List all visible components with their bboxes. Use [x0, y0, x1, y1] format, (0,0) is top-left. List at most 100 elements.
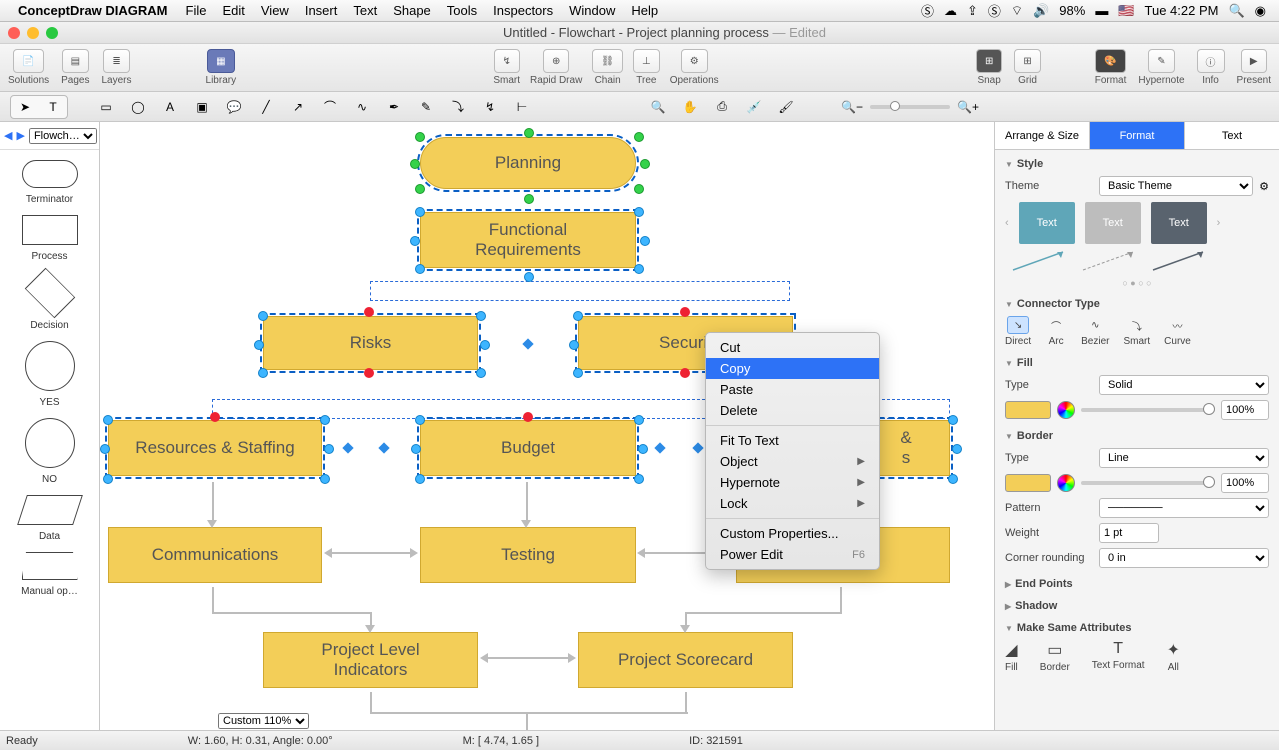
tb-chain[interactable]: ⛓Chain	[592, 49, 623, 86]
nav-back[interactable]: ◀	[4, 129, 12, 142]
theme-card[interactable]: Text	[1085, 202, 1141, 244]
theme-prev[interactable]: ‹	[1005, 217, 1009, 229]
cloud-icon[interactable]: ☁	[944, 3, 957, 19]
menu-tools[interactable]: Tools	[447, 3, 477, 18]
connector-tool[interactable]: ⤵	[444, 96, 472, 118]
border-pattern[interactable]: ───────	[1099, 498, 1269, 518]
tb-hypernote[interactable]: ✎Hypernote	[1138, 49, 1184, 86]
tab-format[interactable]: Format	[1090, 122, 1185, 149]
ctx-lock[interactable]: Lock▶	[706, 493, 879, 514]
handle[interactable]	[524, 272, 534, 282]
tb-snap[interactable]: ⊞Snap	[976, 49, 1002, 86]
section-shadow[interactable]: Shadow	[1005, 600, 1269, 612]
node-planning[interactable]: Planning	[420, 137, 636, 189]
textbox-tool[interactable]: A	[156, 96, 184, 118]
fill-opacity-input[interactable]	[1221, 400, 1269, 420]
stencil-process[interactable]: Process	[0, 215, 99, 262]
tb-library[interactable]: ▦Library	[206, 49, 237, 86]
volume-icon[interactable]: 🔊	[1033, 3, 1049, 19]
handle[interactable]	[415, 264, 425, 274]
conn-bezier[interactable]: ∿Bezier	[1081, 316, 1109, 347]
stencil-manual-op[interactable]: Manual op…	[0, 552, 99, 597]
tb-layers[interactable]: ≣Layers	[102, 49, 132, 86]
pan-tool[interactable]: ✋	[676, 96, 704, 118]
menu-window[interactable]: Window	[569, 3, 615, 18]
fill-type[interactable]: Solid	[1099, 375, 1269, 395]
text-tool[interactable]: T	[39, 96, 67, 118]
frame-tool[interactable]: ▣	[188, 96, 216, 118]
arc-tool[interactable]: ⌒	[316, 96, 344, 118]
handle[interactable]	[634, 264, 644, 274]
color-wheel-icon[interactable]	[1057, 401, 1075, 419]
brush-tool[interactable]: 🖌	[772, 96, 800, 118]
callout-tool[interactable]: 💬	[220, 96, 248, 118]
tb-rapid-draw[interactable]: ⊕Rapid Draw	[530, 49, 582, 86]
tb-smart[interactable]: ↯Smart	[493, 49, 520, 86]
stencil-terminator[interactable]: Terminator	[0, 160, 99, 205]
eyedropper-tool[interactable]: 💉	[740, 96, 768, 118]
zoom-select[interactable]: Custom 110%	[218, 713, 309, 729]
menu-view[interactable]: View	[261, 3, 289, 18]
line-tool[interactable]: ╱	[252, 96, 280, 118]
tb-pages[interactable]: ▤Pages	[61, 49, 89, 86]
same-text-format[interactable]: TText Format	[1092, 640, 1145, 673]
tab-arrange-size[interactable]: Arrange & Size	[995, 122, 1090, 149]
handle[interactable]	[640, 236, 650, 246]
border-opacity-slider[interactable]	[1081, 481, 1215, 485]
node-pli[interactable]: Project Level Indicators	[263, 632, 478, 688]
tb-tree[interactable]: ⊥Tree	[633, 49, 660, 86]
ctx-cut[interactable]: Cut	[706, 337, 879, 358]
ellipse-tool[interactable]: ◯	[124, 96, 152, 118]
stencil-data[interactable]: Data	[0, 495, 99, 542]
gear-icon[interactable]: ⚙	[1259, 180, 1269, 193]
handle[interactable]	[524, 194, 534, 204]
theme-card[interactable]: Text	[1151, 202, 1207, 244]
zoom-out[interactable]: 🔍−	[838, 96, 866, 118]
node-risks[interactable]: Risks	[263, 316, 478, 370]
rect-tool[interactable]: ▭	[92, 96, 120, 118]
handle[interactable]	[524, 128, 534, 138]
spotlight-icon[interactable]: 🔍	[1228, 3, 1244, 19]
battery-pct[interactable]: 98%	[1059, 3, 1085, 18]
handle[interactable]	[640, 159, 650, 169]
conn-style-3[interactable]	[1151, 250, 1207, 272]
close-button[interactable]	[8, 27, 20, 39]
pen-tool[interactable]: ✒	[380, 96, 408, 118]
tree-conn-tool[interactable]: ⊢	[508, 96, 536, 118]
menu-shape[interactable]: Shape	[393, 3, 431, 18]
menu-help[interactable]: Help	[631, 3, 658, 18]
node-funcreq[interactable]: Functional Requirements	[420, 212, 636, 268]
tb-operations[interactable]: ⚙Operations	[670, 49, 719, 86]
border-opacity-input[interactable]	[1221, 473, 1269, 493]
theme-select[interactable]: Basic Theme	[1099, 176, 1253, 196]
arrow-tool[interactable]: ↗	[284, 96, 312, 118]
nav-fwd[interactable]: ▶	[16, 129, 24, 142]
tb-format[interactable]: 🎨Format	[1095, 49, 1127, 86]
smart-conn-tool[interactable]: ↯	[476, 96, 504, 118]
ctx-object[interactable]: Object▶	[706, 451, 879, 472]
node-resources[interactable]: Resources & Staffing	[108, 420, 322, 476]
app-name[interactable]: ConceptDraw DIAGRAM	[18, 3, 168, 18]
maximize-button[interactable]	[46, 27, 58, 39]
zoom-tool[interactable]: 🔍	[644, 96, 672, 118]
tb-grid[interactable]: ⊞Grid	[1014, 49, 1040, 86]
section-endpoints[interactable]: End Points	[1005, 578, 1269, 590]
minimize-button[interactable]	[27, 27, 39, 39]
menu-file[interactable]: File	[186, 3, 207, 18]
stamp-tool[interactable]: ⎙	[708, 96, 736, 118]
handle[interactable]	[415, 184, 425, 194]
wifi-icon[interactable]: ⌔	[1011, 3, 1023, 19]
ctx-copy[interactable]: Copy	[706, 358, 879, 379]
conn-arc[interactable]: ⌒Arc	[1045, 316, 1067, 347]
stencil-decision[interactable]: Decision	[0, 272, 99, 331]
stencil-select[interactable]: Flowch…	[29, 128, 97, 144]
theme-next[interactable]: ›	[1217, 217, 1221, 229]
fill-color-swatch[interactable]	[1005, 401, 1051, 419]
dropbox-icon[interactable]: ⇪	[967, 3, 978, 19]
ctx-hypernote[interactable]: Hypernote▶	[706, 472, 879, 493]
conn-smart[interactable]: ⤵Smart	[1123, 316, 1150, 347]
zoom-in[interactable]: 🔍+	[954, 96, 982, 118]
tab-text[interactable]: Text	[1185, 122, 1279, 149]
spline-tool[interactable]: ∿	[348, 96, 376, 118]
same-fill[interactable]: ◢Fill	[1005, 640, 1018, 673]
